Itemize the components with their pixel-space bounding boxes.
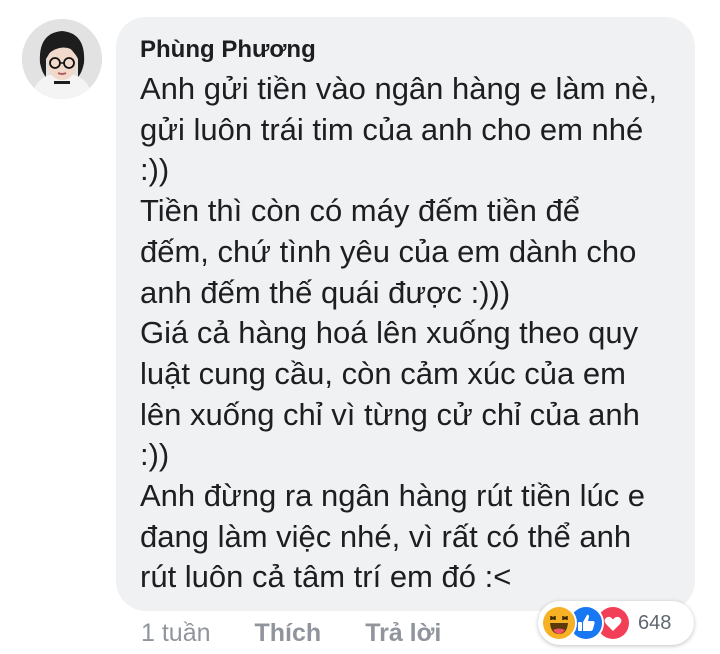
comment-line: đếm, chứ tình yêu của em dành cho: [140, 233, 637, 269]
comment-line: anh đếm thế quái được :))): [140, 274, 511, 310]
comment-line: Anh gửi tiền vào ngân hàng e làm nè,: [140, 71, 658, 106]
comment-line: rút luôn cả tâm trí em đó :<: [140, 559, 512, 595]
comment-line: Giá cả hàng hoá lên xuống theo quy: [140, 315, 639, 351]
reply-button[interactable]: Trả lời: [365, 619, 441, 648]
comment-line: lên xuống chỉ vì từng cử chỉ của anh: [140, 396, 640, 432]
reactions-summary[interactable]: 648: [538, 601, 694, 645]
haha-icon: [541, 605, 577, 641]
avatar[interactable]: [22, 19, 102, 99]
comment-bubble: Phùng Phương Anh gửi tiền vào ngân hàng …: [116, 17, 695, 611]
comment-line: gửi luôn trái tim của anh cho em nhé: [140, 111, 644, 147]
comment-container: Phùng Phương Anh gửi tiền vào ngân hàng …: [0, 0, 720, 654]
comment-actions: 1 tuần Thích Trả lời: [141, 615, 441, 651]
like-button[interactable]: Thích: [255, 619, 322, 648]
avatar-image: [22, 19, 102, 99]
comment-line: đang làm việc nhé, vì rất có thể anh: [140, 518, 632, 554]
reaction-count: 648: [638, 611, 672, 634]
timestamp-link[interactable]: 1 tuần: [141, 619, 211, 648]
comment-line: Anh đừng ra ngân hàng rút tiền lúc e: [140, 478, 646, 514]
comment-line: :)): [140, 437, 170, 473]
comment-line: luật cung cầu, còn cảm xúc của em: [140, 355, 626, 391]
comment-line: :)): [140, 152, 170, 188]
comment-author[interactable]: Phùng Phương: [140, 35, 675, 65]
comment-line: Tiền thì còn có máy đếm tiền để: [140, 193, 580, 229]
